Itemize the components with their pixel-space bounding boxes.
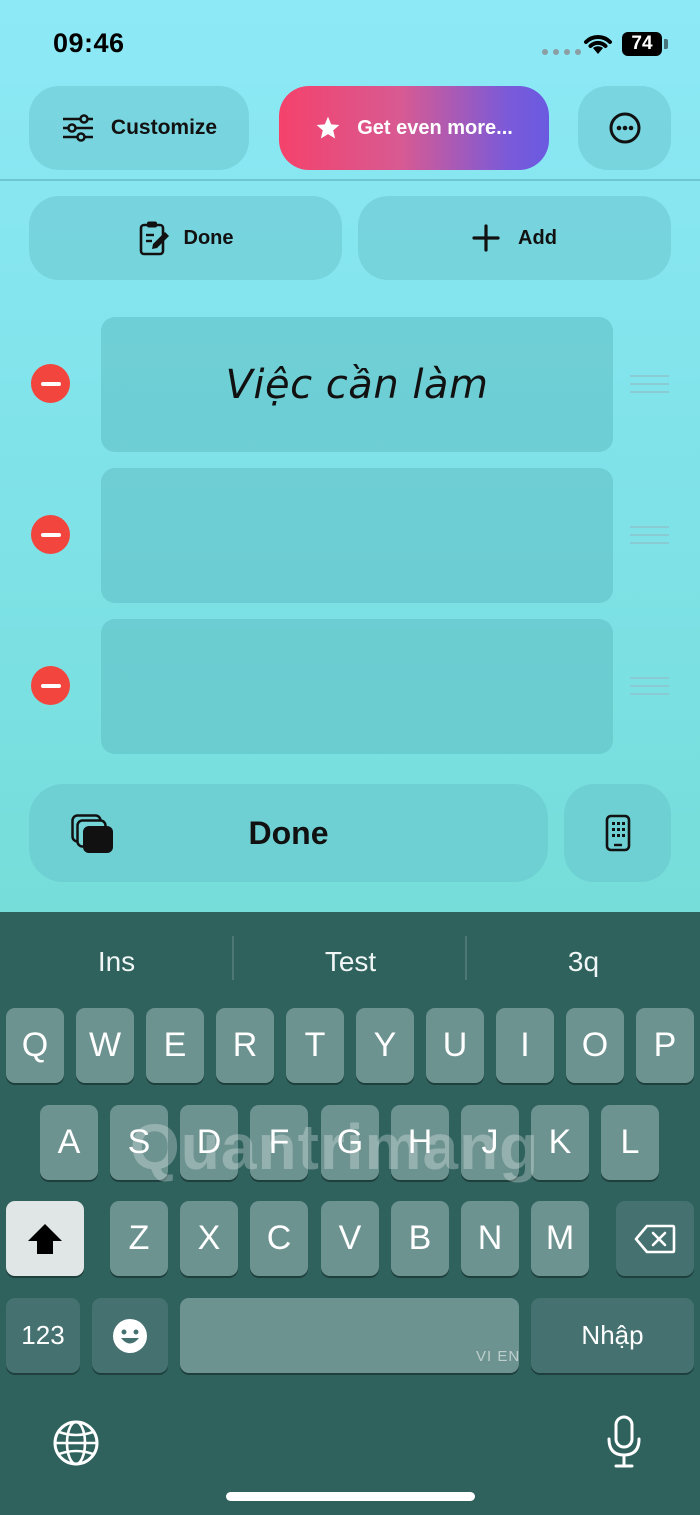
device-preview-button[interactable] bbox=[564, 784, 671, 882]
more-options-button[interactable] bbox=[578, 86, 671, 170]
suggestion-2[interactable]: Test bbox=[234, 946, 467, 978]
remove-item-button[interactable] bbox=[31, 364, 70, 403]
numbers-key[interactable]: 123 bbox=[6, 1298, 80, 1373]
add-button[interactable]: Add bbox=[358, 196, 671, 280]
status-bar: 09:46 74 bbox=[0, 0, 700, 80]
key-e[interactable]: E bbox=[146, 1008, 204, 1083]
emoji-icon bbox=[113, 1318, 147, 1353]
star-icon bbox=[316, 116, 340, 139]
key-y[interactable]: Y bbox=[356, 1008, 414, 1083]
plus-icon bbox=[472, 224, 500, 252]
toolbar-divider bbox=[0, 179, 700, 181]
globe-icon[interactable] bbox=[52, 1419, 100, 1467]
key-k[interactable]: K bbox=[531, 1105, 589, 1180]
return-key[interactable]: Nhập bbox=[531, 1298, 694, 1373]
cellular-signal-icon bbox=[542, 49, 581, 55]
done-editing-button[interactable]: Done bbox=[29, 196, 342, 280]
key-z[interactable]: Z bbox=[110, 1201, 168, 1276]
done-editing-label: Done bbox=[183, 226, 234, 249]
key-t[interactable]: T bbox=[286, 1008, 344, 1083]
key-m[interactable]: M bbox=[531, 1201, 589, 1276]
key-w[interactable]: W bbox=[76, 1008, 134, 1083]
list-item[interactable] bbox=[101, 619, 613, 754]
suggestion-1[interactable]: Ins bbox=[0, 946, 233, 978]
shift-arrow-icon bbox=[28, 1223, 62, 1254]
key-o[interactable]: O bbox=[566, 1008, 624, 1083]
minus-icon bbox=[40, 683, 61, 688]
backspace-key[interactable] bbox=[616, 1201, 694, 1276]
key-l[interactable]: L bbox=[601, 1105, 659, 1180]
key-c[interactable]: C bbox=[250, 1201, 308, 1276]
key-b[interactable]: B bbox=[391, 1201, 449, 1276]
home-indicator[interactable] bbox=[226, 1492, 475, 1501]
sliders-icon bbox=[62, 114, 93, 142]
stacked-squares-icon bbox=[71, 814, 113, 853]
ellipsis-circle-icon bbox=[609, 112, 640, 144]
key-p[interactable]: P bbox=[636, 1008, 694, 1083]
get-even-more-button[interactable]: Get even more... bbox=[279, 86, 549, 170]
space-language-label: VI EN bbox=[476, 1348, 521, 1365]
space-key[interactable] bbox=[180, 1298, 519, 1373]
drag-handle-icon[interactable] bbox=[630, 677, 669, 695]
customize-label: Customize bbox=[110, 116, 218, 139]
get-even-more-label: Get even more... bbox=[357, 116, 513, 139]
add-label: Add bbox=[518, 226, 557, 249]
microphone-icon[interactable] bbox=[606, 1415, 642, 1469]
done-label: Done bbox=[248, 814, 329, 851]
key-r[interactable]: R bbox=[216, 1008, 274, 1083]
list-item-text: Việc cần làm bbox=[225, 361, 489, 408]
app-screen: 09:46 74 Customize Get even more... Done… bbox=[0, 0, 700, 912]
key-n[interactable]: N bbox=[461, 1201, 519, 1276]
minus-icon bbox=[40, 532, 61, 537]
wifi-icon bbox=[584, 35, 612, 54]
key-i[interactable]: I bbox=[496, 1008, 554, 1083]
phone-icon bbox=[605, 814, 630, 852]
status-time: 09:46 bbox=[53, 28, 125, 58]
key-x[interactable]: X bbox=[180, 1201, 238, 1276]
remove-item-button[interactable] bbox=[31, 666, 70, 705]
list-item[interactable]: Việc cần làm bbox=[101, 317, 613, 452]
key-q[interactable]: Q bbox=[6, 1008, 64, 1083]
drag-handle-icon[interactable] bbox=[630, 375, 669, 393]
list-item[interactable] bbox=[101, 468, 613, 603]
customize-button[interactable]: Customize bbox=[29, 86, 249, 170]
suggestion-3[interactable]: 3q bbox=[467, 946, 700, 978]
shift-key[interactable] bbox=[6, 1201, 84, 1276]
backspace-icon bbox=[634, 1224, 676, 1253]
key-u[interactable]: U bbox=[426, 1008, 484, 1083]
watermark: Quantrimang bbox=[130, 1111, 540, 1183]
key-a[interactable]: A bbox=[40, 1105, 98, 1180]
battery-indicator: 74 bbox=[622, 32, 662, 56]
battery-tip bbox=[664, 39, 668, 49]
emoji-key[interactable] bbox=[92, 1298, 168, 1373]
minus-icon bbox=[40, 381, 61, 386]
done-button[interactable]: Done bbox=[29, 784, 548, 882]
clipboard-edit-icon bbox=[139, 221, 169, 256]
drag-handle-icon[interactable] bbox=[630, 526, 669, 544]
remove-item-button[interactable] bbox=[31, 515, 70, 554]
key-v[interactable]: V bbox=[321, 1201, 379, 1276]
